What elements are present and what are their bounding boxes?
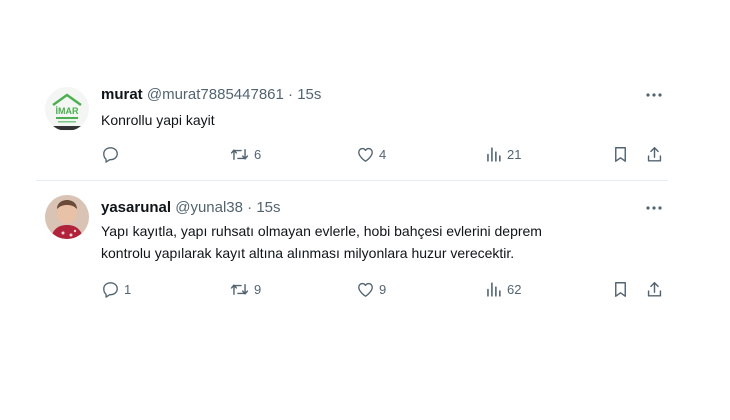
retweet-icon [230,149,249,160]
share-button[interactable] [645,145,664,164]
share-button[interactable] [645,280,664,299]
tweet[interactable]: İMAR murat @murat7885447861 · 15s Konrol… [0,78,730,180]
avatar[interactable] [45,195,89,239]
share-icon [647,282,662,297]
views-button[interactable]: 21 [484,145,521,164]
views-icon [487,147,501,162]
retweet-count: 9 [254,282,262,297]
timestamp[interactable]: 15s [297,86,321,103]
like-button[interactable]: 4 [356,145,386,164]
reply-button[interactable] [101,145,124,164]
reply-button[interactable]: 1 [101,280,131,299]
display-name[interactable]: murat [101,86,143,103]
heart-icon [358,147,373,162]
retweet-icon [230,284,249,295]
bookmark-button[interactable] [611,280,630,299]
bookmark-button[interactable] [611,145,630,164]
like-count: 4 [379,147,387,162]
retweet-count: 6 [254,147,262,162]
views-count: 21 [507,147,522,162]
retweet-button[interactable]: 6 [229,145,261,164]
action-bar: 6 4 21 [0,145,730,167]
views-button[interactable]: 62 [484,280,521,299]
tweet-header: yasarunal @yunal38 · 15s [101,199,281,217]
timestamp[interactable]: 15s [256,199,280,216]
more-icon[interactable] [642,86,666,104]
tweet-header: murat @murat7885447861 · 15s [101,86,321,104]
action-bar: 1 9 9 62 [0,280,730,302]
views-count: 62 [507,282,522,297]
reply-icon [103,282,118,298]
user-handle[interactable]: @murat7885447861 [147,86,284,103]
tweet[interactable]: yasarunal @yunal38 · 15s Yapı kayıtla, y… [0,182,730,312]
like-count: 9 [379,282,387,297]
share-icon [647,147,662,162]
tweet-text: Konrollu yapi kayit [101,112,215,128]
bookmark-icon [615,147,626,162]
retweet-button[interactable]: 9 [229,280,261,299]
heart-icon [358,282,373,297]
views-icon [487,282,501,297]
user-handle[interactable]: @yunal38 [175,199,243,216]
reply-icon [103,147,118,163]
imar-logo-icon: İMAR [45,87,89,131]
like-button[interactable]: 9 [356,280,386,299]
logo-text: İMAR [56,106,79,116]
profile-photo-icon [45,195,89,239]
display-name[interactable]: yasarunal [101,199,171,216]
tweet-text-line: Yapı kayıtla, yapı ruhsatı olmayan evler… [101,223,542,239]
separator: · [288,86,294,103]
separator: · [247,199,253,216]
reply-count: 1 [124,282,132,297]
tweet-text-line: kontrolu yapılarak kayıt altına alınması… [101,245,515,261]
tweet-text: Yapı kayıtla, yapı ruhsatı olmayan evler… [101,220,661,264]
divider [36,180,668,181]
bookmark-icon [615,282,626,297]
avatar[interactable]: İMAR [45,87,89,131]
more-icon[interactable] [642,199,666,217]
